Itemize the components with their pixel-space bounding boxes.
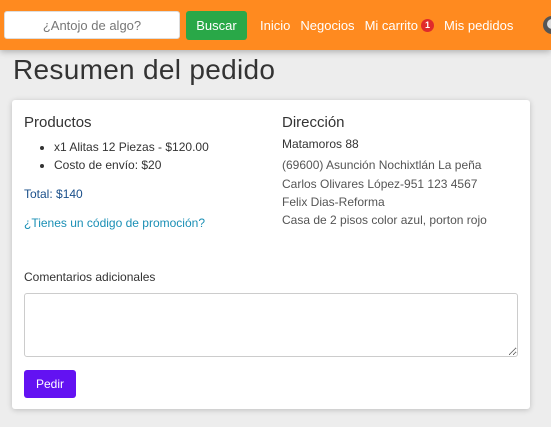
address-line: (69600) Asunción Nochixtlán La peña: [282, 158, 482, 172]
user-avatar-icon[interactable]: [543, 16, 551, 34]
address-line: Carlos Olivares López-951 123 4567: [282, 177, 478, 191]
order-total: Total: $140: [24, 187, 83, 201]
cart-label: Mi carrito: [364, 17, 419, 33]
shipping-cost-item: Costo de envío: $20: [54, 156, 209, 174]
search-input[interactable]: [4, 11, 180, 39]
search-button[interactable]: Buscar: [186, 11, 247, 40]
order-button[interactable]: Pedir: [24, 370, 76, 398]
nav-link-businesses[interactable]: Negocios: [300, 18, 354, 33]
order-summary-card: Productos x1 Alitas 12 Piezas - $120.00 …: [12, 100, 530, 409]
products-heading: Productos: [24, 114, 92, 131]
promo-code-link[interactable]: ¿Tienes un código de promoción?: [24, 216, 205, 230]
page-title: Resumen del pedido: [13, 54, 276, 85]
product-item: x1 Alitas 12 Piezas - $120.00: [54, 138, 209, 156]
nav-links: Inicio Negocios Mi carrito 1 Mis pedidos: [260, 0, 513, 50]
cart-count-badge: 1: [421, 18, 435, 32]
product-list: x1 Alitas 12 Piezas - $120.00 Costo de e…: [40, 138, 209, 174]
address-line: Felix Dias-Reforma: [282, 195, 385, 209]
nav-link-home[interactable]: Inicio: [260, 18, 290, 33]
address-street: Matamoros 88: [282, 137, 359, 151]
comments-textarea[interactable]: [24, 293, 518, 357]
navbar: Buscar Inicio Negocios Mi carrito 1 Mis …: [0, 0, 551, 50]
nav-link-cart[interactable]: Mi carrito 1: [364, 17, 435, 33]
comments-label: Comentarios adicionales: [24, 270, 156, 284]
address-line: Casa de 2 pisos color azul, porton rojo: [282, 213, 487, 227]
nav-link-orders[interactable]: Mis pedidos: [444, 18, 513, 33]
address-heading: Dirección: [282, 114, 345, 131]
